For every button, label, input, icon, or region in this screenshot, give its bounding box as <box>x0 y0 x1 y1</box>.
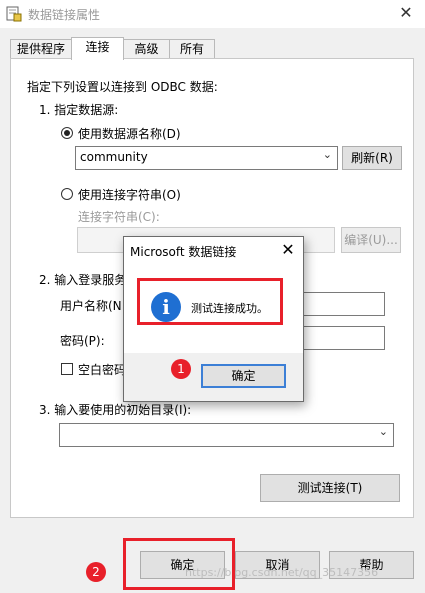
connection-instruction: 指定下列设置以连接到 ODBC 数据: <box>27 80 218 94</box>
username-label: 用户名称(N <box>60 299 122 313</box>
highlight-box-message <box>137 278 283 325</box>
test-connection-button[interactable]: 测试连接(T) <box>260 474 400 502</box>
dialog-title-bar: Microsoft 数据链接 ✕ <box>124 237 303 265</box>
refresh-button[interactable]: 刷新(R) <box>342 146 402 170</box>
step-badge-1: 1 <box>171 359 191 379</box>
dialog-close-icon[interactable]: ✕ <box>278 240 298 260</box>
dialog-title: Microsoft 数据链接 <box>130 245 237 259</box>
step3-heading: 3. 输入要使用的初始目录(I): <box>39 403 192 417</box>
use-dsn-radio[interactable] <box>61 127 73 139</box>
step1-heading: 1. 指定数据源: <box>39 103 119 117</box>
blank-password-label: 空白密码 <box>78 363 127 377</box>
tab-advanced[interactable]: 高级 <box>123 39 170 59</box>
window-title-bar: 数据链接属性 ✕ <box>0 0 425 28</box>
use-connstr-label: 使用连接字符串(O) <box>78 188 181 202</box>
step2-heading: 2. 输入登录服务 <box>39 273 127 287</box>
highlight-box-ok <box>123 538 235 590</box>
blank-password-checkbox[interactable] <box>61 363 73 375</box>
chevron-down-icon: ⌄ <box>378 425 388 438</box>
use-dsn-label: 使用数据源名称(D) <box>78 127 181 141</box>
use-connstr-radio[interactable] <box>61 188 73 200</box>
tab-provider[interactable]: 提供程序 <box>10 39 72 59</box>
password-label: 密码(P): <box>60 334 105 348</box>
connstr-label: 连接字符串(C): <box>78 210 160 224</box>
dsn-select-value: community <box>80 150 148 164</box>
data-link-app-icon <box>6 6 22 22</box>
initial-catalog-select[interactable]: ⌄ <box>59 423 394 447</box>
tab-all[interactable]: 所有 <box>169 39 215 59</box>
chevron-down-icon: ⌄ <box>322 148 332 161</box>
tab-connection[interactable]: 连接 <box>71 37 124 60</box>
window-title: 数据链接属性 <box>28 8 101 22</box>
dialog-ok-button[interactable]: 确定 <box>201 364 286 388</box>
window-close-icon[interactable]: ✕ <box>394 2 418 24</box>
dsn-select[interactable]: community ⌄ <box>75 146 338 170</box>
step-badge-2: 2 <box>86 562 106 582</box>
build-button[interactable]: 编译(U)... <box>341 227 401 253</box>
